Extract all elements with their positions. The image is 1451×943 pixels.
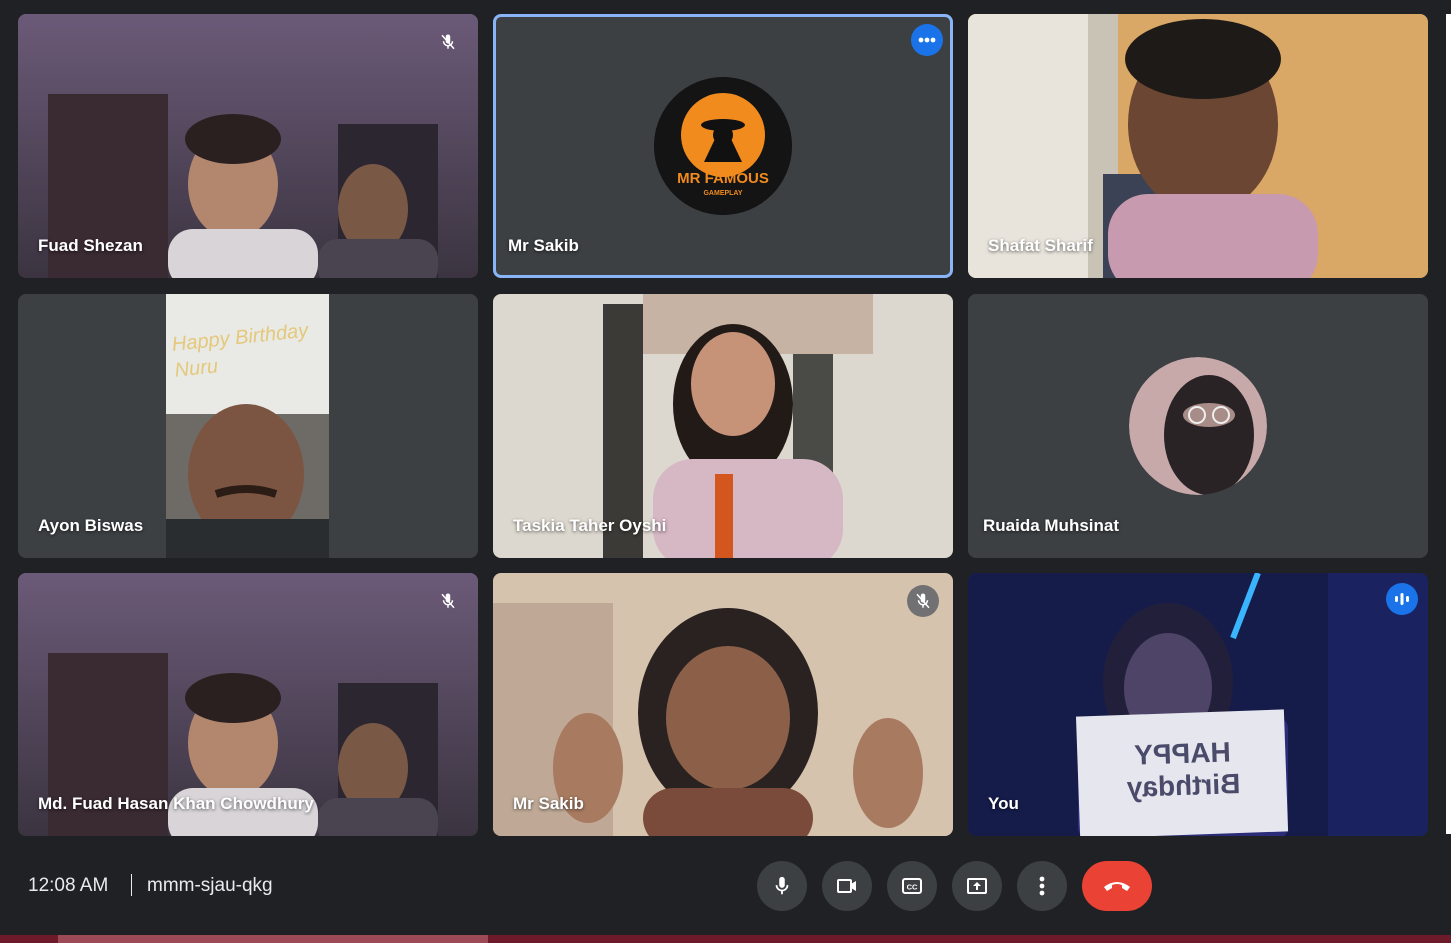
more-options-icon (1039, 876, 1045, 896)
participant-avatar (1129, 357, 1267, 495)
mic-off-icon (441, 34, 455, 50)
participant-grid: Fuad Shezan MR FAMOUS GAMEPLAY Mr Sakib (18, 14, 1428, 836)
participant-tile-taskia-taher-oyshi[interactable]: Taskia Taher Oyshi (493, 294, 953, 558)
participant-name: You (988, 794, 1019, 813)
mic-icon (775, 876, 789, 895)
participant-name: Ayon Biswas (38, 516, 144, 535)
muted-indicator (432, 585, 464, 617)
participant-tile-mr-sakib[interactable]: Mr Sakib (493, 573, 953, 836)
meeting-controls-bar: 12:08 AM mmm-sjau-qkg CC (0, 850, 1451, 922)
participant-tile-ayon-biswas[interactable]: Happy Birthday Nuru Ayon Biswas (18, 294, 478, 558)
participant-tile-shafat-sharif[interactable]: Shafat Sharif (968, 14, 1428, 278)
participant-name: Shafat Sharif (988, 236, 1093, 255)
meeting-code: mmm-sjau-qkg (147, 875, 273, 896)
present-button[interactable] (952, 861, 1002, 911)
birthday-sign-text: HAPPY Birthday (1126, 736, 1241, 803)
participant-tile-ruaida-muhsinat[interactable]: Ruaida Muhsinat (968, 294, 1428, 558)
participant-name: Ruaida Muhsinat (983, 516, 1120, 535)
participant-tile-mr-sakib-active[interactable]: MR FAMOUS GAMEPLAY Mr Sakib (493, 14, 953, 278)
end-call-button[interactable] (1082, 861, 1152, 911)
participant-tile-you[interactable]: HAPPY Birthday You (968, 573, 1428, 836)
more-options-button[interactable] (1017, 861, 1067, 911)
meeting-clock: 12:08 AM (28, 875, 109, 896)
muted-indicator (907, 585, 939, 617)
svg-text:CC: CC (907, 883, 918, 892)
avatar-image (1129, 357, 1267, 495)
window-edge (1446, 14, 1451, 834)
end-call-icon (1104, 882, 1130, 891)
mic-off-icon (441, 593, 455, 609)
more-options-button[interactable] (911, 24, 943, 56)
participant-name: Taskia Taher Oyshi (513, 516, 667, 535)
more-horizontal-icon (918, 37, 936, 43)
speaking-indicator (1386, 583, 1418, 615)
audio-level-icon (1395, 593, 1409, 605)
captions-button[interactable]: CC (887, 861, 937, 911)
participant-name: Mr Sakib (513, 794, 584, 813)
avatar-brand-subtext: GAMEPLAY (703, 190, 743, 197)
microphone-button[interactable] (757, 861, 807, 911)
participant-name: Md. Fuad Hasan Khan Chowdhury (38, 794, 314, 813)
mic-off-icon (916, 593, 930, 609)
present-icon (967, 878, 987, 894)
avatar-brand-text: MR FAMOUS (677, 170, 769, 187)
participant-name: Mr Sakib (508, 236, 579, 255)
participant-tile-fuad-shezan[interactable]: Fuad Shezan (18, 14, 478, 278)
camera-button[interactable] (822, 861, 872, 911)
participant-tile-md-fuad-hasan-khan-chowdhury[interactable]: Md. Fuad Hasan Khan Chowdhury (18, 573, 478, 836)
camera-icon (837, 879, 856, 893)
muted-indicator (432, 26, 464, 58)
participant-name: Fuad Shezan (38, 236, 143, 255)
participant-avatar: MR FAMOUS GAMEPLAY (654, 77, 792, 215)
taskbar-strip (0, 935, 1451, 943)
divider (131, 874, 132, 896)
captions-icon: CC (902, 878, 922, 894)
